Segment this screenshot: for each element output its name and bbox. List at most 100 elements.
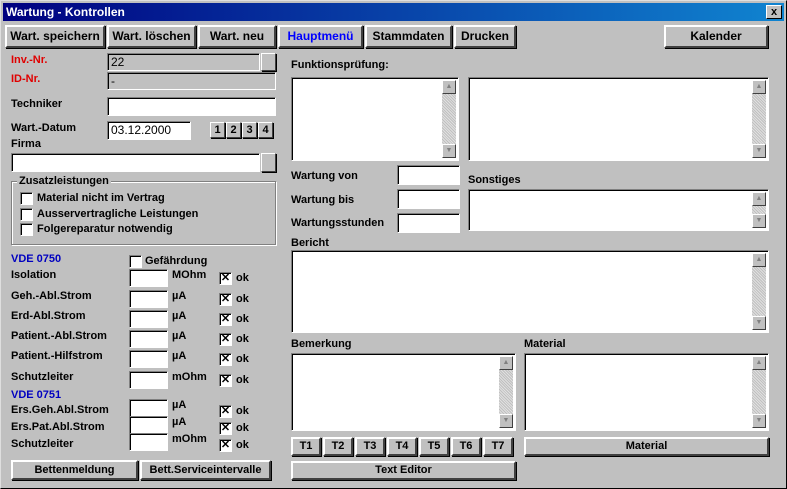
remark-memo[interactable]: ▲ ▼ xyxy=(291,353,516,431)
function-test-2-scrollbar[interactable]: ▲ ▼ xyxy=(752,80,766,158)
maintenance-date-input[interactable]: 03.12.2000 xyxy=(107,121,191,140)
title-bar: Wartung - Kontrollen x xyxy=(3,3,784,21)
vde0750-row-ok-label: ok xyxy=(236,272,249,284)
date-preset-4-button[interactable]: 4 xyxy=(258,122,273,138)
vde0751-row-value-input[interactable] xyxy=(129,399,168,417)
function-test-1-scrollbar[interactable]: ▲ ▼ xyxy=(442,80,456,158)
save-maintenance-button[interactable]: Wart. speichern xyxy=(5,25,105,48)
vde0750-row-label: Patient.-Hilfstrom xyxy=(11,350,103,362)
new-maintenance-button[interactable]: Wart. neu xyxy=(198,25,276,48)
template-t4-button[interactable]: T4 xyxy=(387,437,417,456)
scroll-down-icon[interactable]: ▼ xyxy=(752,316,766,330)
vde0751-row-value-input[interactable] xyxy=(129,416,168,434)
scroll-up-icon[interactable]: ▲ xyxy=(752,192,766,206)
vde0750-title: VDE 0750 xyxy=(11,253,62,265)
text-editor-button[interactable]: Text Editor xyxy=(291,461,516,480)
maintenance-date-label: Wart.-Datum xyxy=(11,122,76,134)
scroll-down-icon[interactable]: ▼ xyxy=(499,414,513,428)
scroll-up-icon[interactable]: ▲ xyxy=(499,356,513,370)
date-preset-2-button[interactable]: 2 xyxy=(226,122,241,138)
service-interval-button[interactable]: Bett.Serviceintervalle xyxy=(140,460,271,480)
scroll-down-icon[interactable]: ▼ xyxy=(752,214,766,228)
vde0750-row-label: Patient.-Abl.Strom xyxy=(11,330,107,342)
vde0751-title: VDE 0751 xyxy=(11,389,62,401)
vde0750-row-ok-checkbox[interactable]: ✕ xyxy=(219,272,232,285)
calendar-button[interactable]: Kalender xyxy=(664,25,768,48)
close-icon[interactable]: x xyxy=(766,5,782,19)
vde0751-row-ok-label: ok xyxy=(236,422,249,434)
maint-from-input[interactable] xyxy=(397,165,460,185)
inv-nr-lookup-button[interactable] xyxy=(261,53,276,71)
extra-followup-checkbox[interactable] xyxy=(20,223,33,236)
bed-report-button[interactable]: Bettenmeldung xyxy=(11,460,138,480)
extra-noncontract-checkbox[interactable] xyxy=(20,208,33,221)
template-t6-button[interactable]: T6 xyxy=(451,437,481,456)
template-t5-button[interactable]: T5 xyxy=(419,437,449,456)
vde0750-row-ok-checkbox[interactable]: ✕ xyxy=(219,313,232,326)
print-button[interactable]: Drucken xyxy=(454,25,516,48)
report-memo[interactable]: ▲ ▼ xyxy=(291,250,769,333)
maint-to-input[interactable] xyxy=(397,189,460,209)
vde0750-row-value-input[interactable] xyxy=(129,350,168,368)
master-data-button[interactable]: Stammdaten xyxy=(365,25,452,48)
misc-scrollbar[interactable]: ▲ ▼ xyxy=(752,192,766,228)
maint-to-label: Wartung bis xyxy=(291,194,355,206)
vde0751-row-ok-checkbox[interactable]: ✕ xyxy=(219,405,232,418)
date-preset-3-button[interactable]: 3 xyxy=(242,122,257,138)
scroll-down-icon[interactable]: ▼ xyxy=(442,144,456,158)
vde0750-row-ok-checkbox[interactable]: ✕ xyxy=(219,333,232,346)
vde0750-row-ok-checkbox[interactable]: ✕ xyxy=(219,293,232,306)
vde0750-row-value-input[interactable] xyxy=(129,330,168,348)
scroll-down-icon[interactable]: ▼ xyxy=(752,414,766,428)
vde0750-row-unit: µA xyxy=(172,310,187,322)
scroll-up-icon[interactable]: ▲ xyxy=(442,80,456,94)
vde0750-row-unit: µA xyxy=(172,330,187,342)
scroll-down-icon[interactable]: ▼ xyxy=(752,144,766,158)
maint-hours-input[interactable] xyxy=(397,213,460,233)
technician-label: Techniker xyxy=(11,98,63,110)
template-t7-button[interactable]: T7 xyxy=(483,437,513,456)
report-scrollbar[interactable]: ▲ ▼ xyxy=(752,253,766,330)
technician-input[interactable] xyxy=(107,97,276,116)
vde0751-row-value-input[interactable] xyxy=(129,433,168,451)
material-button[interactable]: Material xyxy=(524,437,769,456)
template-t3-button[interactable]: T3 xyxy=(355,437,385,456)
vde0750-row-ok-label: ok xyxy=(236,353,249,365)
material-scrollbar[interactable]: ▲ ▼ xyxy=(752,356,766,428)
maint-from-label: Wartung von xyxy=(291,170,358,182)
main-menu-button[interactable]: Hauptmenü xyxy=(278,25,363,48)
remark-label: Bemerkung xyxy=(291,338,352,350)
function-test-memo-2[interactable]: ▲ ▼ xyxy=(468,77,769,161)
function-test-label: Funktionsprüfung: xyxy=(291,59,389,71)
scroll-up-icon[interactable]: ▲ xyxy=(752,253,766,267)
vde0751-row-ok-checkbox[interactable]: ✕ xyxy=(219,422,232,435)
template-t1-button[interactable]: T1 xyxy=(291,437,321,456)
vde0750-row-value-input[interactable] xyxy=(129,290,168,308)
report-label: Bericht xyxy=(291,237,329,249)
vde0751-row-unit: µA xyxy=(172,416,187,428)
company-lookup-button[interactable] xyxy=(261,153,276,172)
function-test-memo-1[interactable]: ▲ ▼ xyxy=(291,77,459,161)
vde0750-row-ok-checkbox[interactable]: ✕ xyxy=(219,353,232,366)
vde0750-row-value-input[interactable] xyxy=(129,310,168,328)
hazard-label: Gefährdung xyxy=(145,255,208,267)
scroll-up-icon[interactable]: ▲ xyxy=(752,356,766,370)
misc-memo[interactable]: ▲ ▼ xyxy=(468,189,769,231)
scroll-up-icon[interactable]: ▲ xyxy=(752,80,766,94)
vde0751-row-label: Ers.Pat.Abl.Strom xyxy=(11,421,105,433)
template-t2-button[interactable]: T2 xyxy=(323,437,353,456)
delete-maintenance-button[interactable]: Wart. löschen xyxy=(107,25,196,48)
company-input[interactable] xyxy=(11,153,260,172)
vde0751-row-unit: mOhm xyxy=(172,433,207,445)
vde0750-row-unit: µA xyxy=(172,290,187,302)
vde0751-row-ok-checkbox[interactable]: ✕ xyxy=(219,439,232,452)
hazard-checkbox[interactable] xyxy=(129,255,142,268)
vde0750-row-value-input[interactable] xyxy=(129,371,168,389)
vde0750-row-value-input[interactable] xyxy=(129,269,168,287)
vde0750-row-ok-checkbox[interactable]: ✕ xyxy=(219,374,232,387)
extra-material-checkbox[interactable] xyxy=(20,192,33,205)
date-preset-1-button[interactable]: 1 xyxy=(210,122,225,138)
material-memo[interactable]: ▲ ▼ xyxy=(524,353,769,431)
material-label: Material xyxy=(524,338,566,350)
remark-scrollbar[interactable]: ▲ ▼ xyxy=(499,356,513,428)
